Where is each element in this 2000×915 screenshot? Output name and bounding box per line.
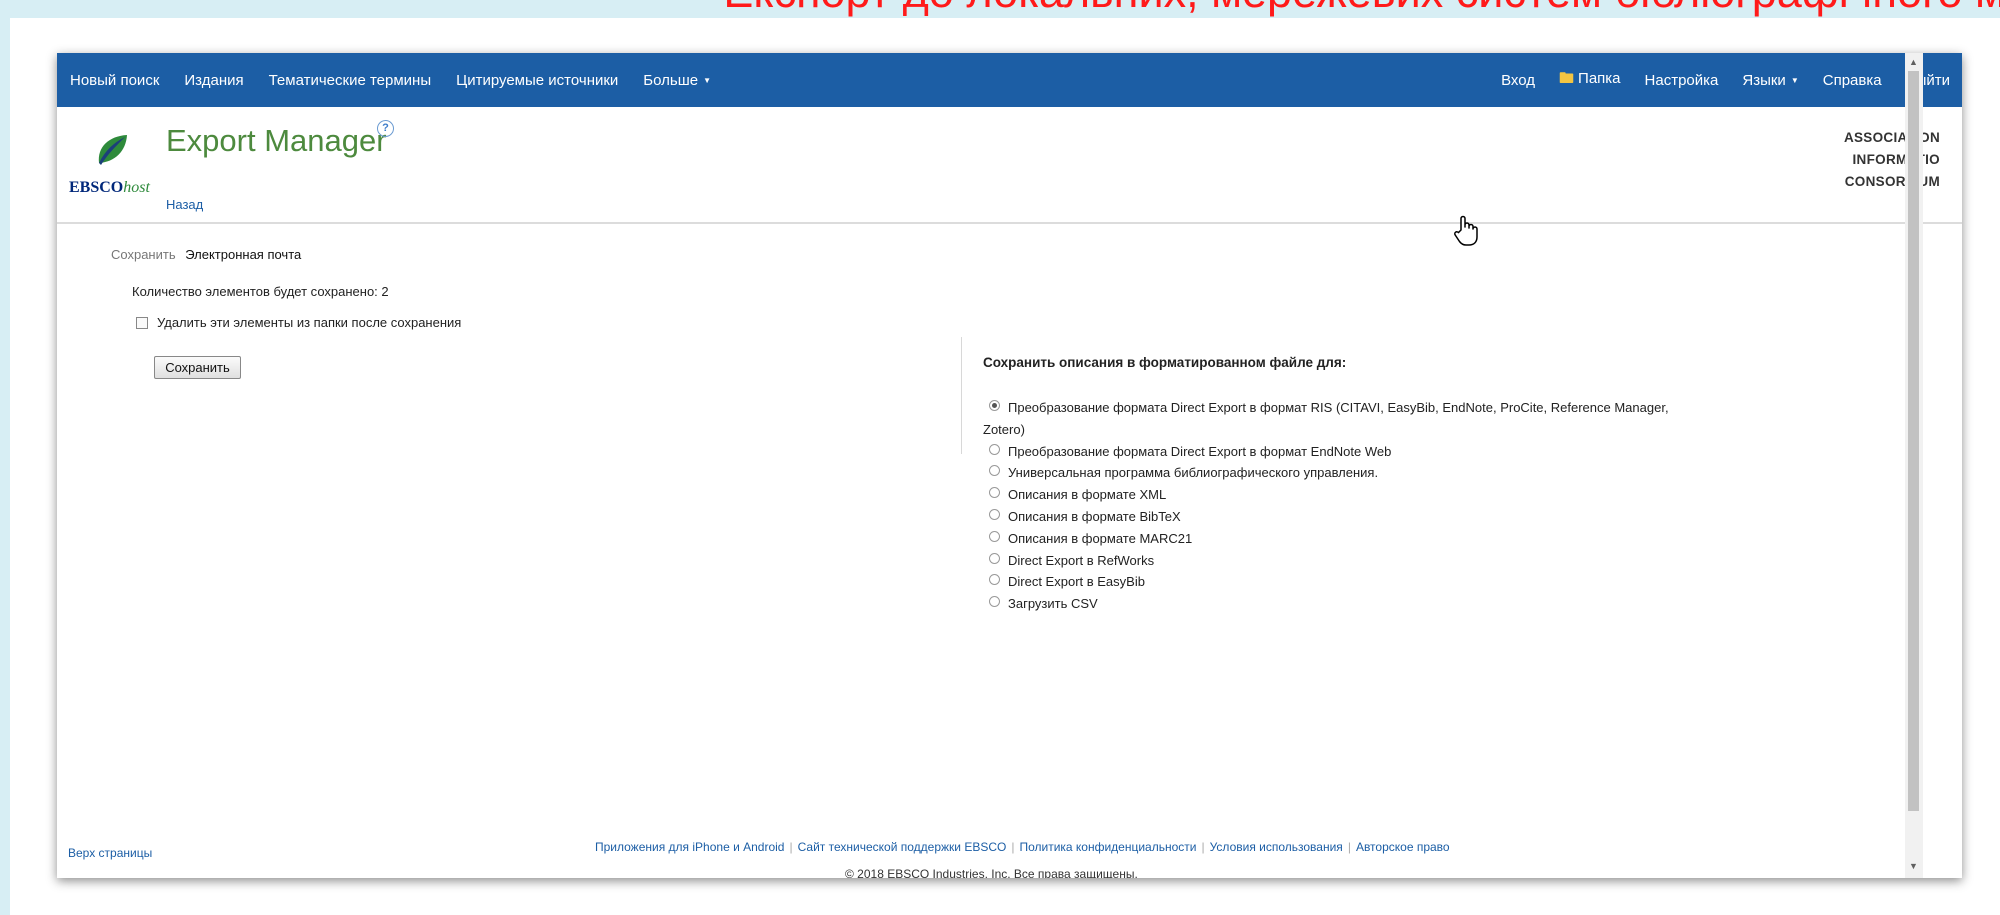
items-count-text: Количество элементов будет сохранено: 2: [132, 284, 389, 299]
format-option-marc21[interactable]: Описания в формате MARC21: [983, 528, 1703, 550]
caret-down-icon: ▼: [703, 76, 712, 86]
copyright-text: © 2018 EBSCO Industries, Inc. Все права …: [845, 867, 1138, 878]
top-of-page-link[interactable]: Верх страницы: [68, 846, 152, 860]
browser-window: Новый поиск Издания Тематические термины…: [57, 53, 1962, 878]
nav-login[interactable]: Вход: [1501, 72, 1535, 89]
back-link[interactable]: Назад: [166, 197, 203, 212]
radio-button[interactable]: [989, 487, 1000, 499]
format-option-label: Direct Export в EasyBib: [1008, 574, 1145, 590]
format-option-easybib[interactable]: Direct Export в EasyBib: [983, 571, 1703, 593]
footer-links: Приложения для iPhone и Android | Сайт тех…: [595, 840, 1450, 854]
format-option-endnote-web[interactable]: Преобразование формата Direct Export в ф…: [983, 441, 1703, 463]
format-option-label: Преобразование формата Direct Export в ф…: [1008, 443, 1392, 459]
format-option-label: Универсальная программа библиографическо…: [1008, 465, 1379, 481]
export-format-options: Преобразование формата Direct Export в ф…: [983, 397, 1703, 615]
format-option-label: Описания в формате MARC21: [1008, 530, 1193, 546]
radio-button[interactable]: [989, 465, 1000, 477]
footer-separator: |: [1347, 840, 1351, 854]
footer-link-terms[interactable]: Условия использования: [1210, 840, 1343, 854]
format-heading: Сохранить описания в форматированном фай…: [983, 355, 1347, 370]
format-option-generic[interactable]: Универсальная программа библиографическо…: [983, 462, 1703, 484]
export-tabs: Сохранить Электронная почта: [111, 247, 301, 262]
format-option-label: Описания в формате BibTeX: [1008, 508, 1181, 524]
footer-link-support[interactable]: Сайт технической поддержки EBSCO: [798, 840, 1007, 854]
caret-down-icon: ▼: [1790, 76, 1799, 86]
tab-email[interactable]: Электронная почта: [185, 247, 301, 262]
ebscohost-wordmark: EBSCOhost: [69, 179, 150, 196]
scrollbar-thumb[interactable]: [1908, 71, 1919, 811]
page-title: Export Manager: [166, 123, 387, 158]
save-button[interactable]: Сохранить: [154, 356, 241, 379]
delete-from-folder-label: Удалить эти элементы из папки после сохр…: [157, 315, 462, 330]
scroll-up-arrow-icon[interactable]: ▲: [1909, 57, 1918, 67]
panel-divider: [961, 337, 962, 454]
help-icon[interactable]: ?: [377, 120, 394, 137]
nav-more-label: Больше: [643, 71, 699, 89]
format-option-label: Описания в формате XML: [1008, 487, 1167, 503]
nav-folder-label: Папка: [1578, 69, 1621, 87]
folder-icon: 🖿: [1559, 69, 1575, 87]
format-option-label: Direct Export в RefWorks: [1008, 552, 1155, 568]
institution-line: INFORMATIO: [1852, 152, 1940, 167]
nav-preferences[interactable]: Настройка: [1645, 72, 1719, 89]
nav-folder[interactable]: 🖿 Папка: [1559, 68, 1621, 93]
radio-button-selected[interactable]: [989, 400, 1000, 411]
header-divider: [57, 222, 1962, 224]
format-option-label: Преобразование формата Direct Export в ф…: [983, 400, 1669, 437]
footer-separator: |: [1201, 840, 1205, 854]
footer-link-privacy[interactable]: Политика конфиденциальности: [1019, 840, 1196, 854]
footer-link-apps[interactable]: Приложения для iPhone и Android: [595, 840, 784, 854]
radio-button[interactable]: [989, 530, 1000, 542]
institution-name: ASSOCIATION INFORMATIO CONSORTIUM: [1844, 127, 1940, 193]
nav-more-menu[interactable]: Больше ▼: [643, 72, 711, 89]
delete-from-folder-option[interactable]: Удалить эти элементы из папки после сохр…: [136, 315, 461, 330]
radio-button[interactable]: [989, 596, 1000, 608]
format-option-bibtex[interactable]: Описания в формате BibTeX: [983, 506, 1703, 528]
nav-languages-label: Языки: [1742, 71, 1786, 89]
footer-separator: |: [1011, 840, 1015, 854]
nav-publications[interactable]: Издания: [184, 72, 243, 89]
format-option-refworks[interactable]: Direct Export в RefWorks: [983, 550, 1703, 572]
radio-button[interactable]: [989, 552, 1000, 564]
radio-button[interactable]: [989, 443, 1000, 455]
nav-cited-references[interactable]: Цитируемые источники: [456, 72, 618, 89]
format-option-xml[interactable]: Описания в формате XML: [983, 484, 1703, 506]
nav-new-search[interactable]: Новый поиск: [70, 72, 159, 89]
scroll-down-arrow-icon[interactable]: ▼: [1909, 861, 1918, 871]
nav-subject-terms[interactable]: Тематические термины: [269, 72, 432, 89]
institution-line: ASSOCIATION: [1843, 130, 1940, 145]
hand-pointer-icon: [1454, 215, 1478, 246]
footer-separator: |: [789, 840, 793, 854]
nav-help[interactable]: Справка: [1823, 72, 1882, 89]
tab-save[interactable]: Сохранить: [111, 247, 176, 262]
nav-languages-menu[interactable]: Языки ▼: [1742, 72, 1798, 89]
format-option-ris[interactable]: Преобразование формата Direct Export в ф…: [983, 397, 1703, 441]
institution-line: CONSORTIUM: [1844, 174, 1940, 189]
delete-from-folder-checkbox[interactable]: [136, 316, 148, 329]
vertical-scrollbar[interactable]: ▲ ▼: [1905, 53, 1923, 878]
format-option-label: Загрузить CSV: [1008, 596, 1098, 612]
top-navigation-bar: Новый поиск Издания Тематические термины…: [57, 53, 1962, 107]
radio-button[interactable]: [989, 508, 1000, 520]
radio-button[interactable]: [989, 574, 1000, 586]
format-option-csv[interactable]: Загрузить CSV: [983, 593, 1703, 615]
ebsco-leaf-icon: [98, 135, 127, 165]
slide-title: Експорт до локальних, мережевих систем б…: [723, 0, 2000, 18]
footer-link-copyright[interactable]: Авторское право: [1356, 840, 1450, 854]
